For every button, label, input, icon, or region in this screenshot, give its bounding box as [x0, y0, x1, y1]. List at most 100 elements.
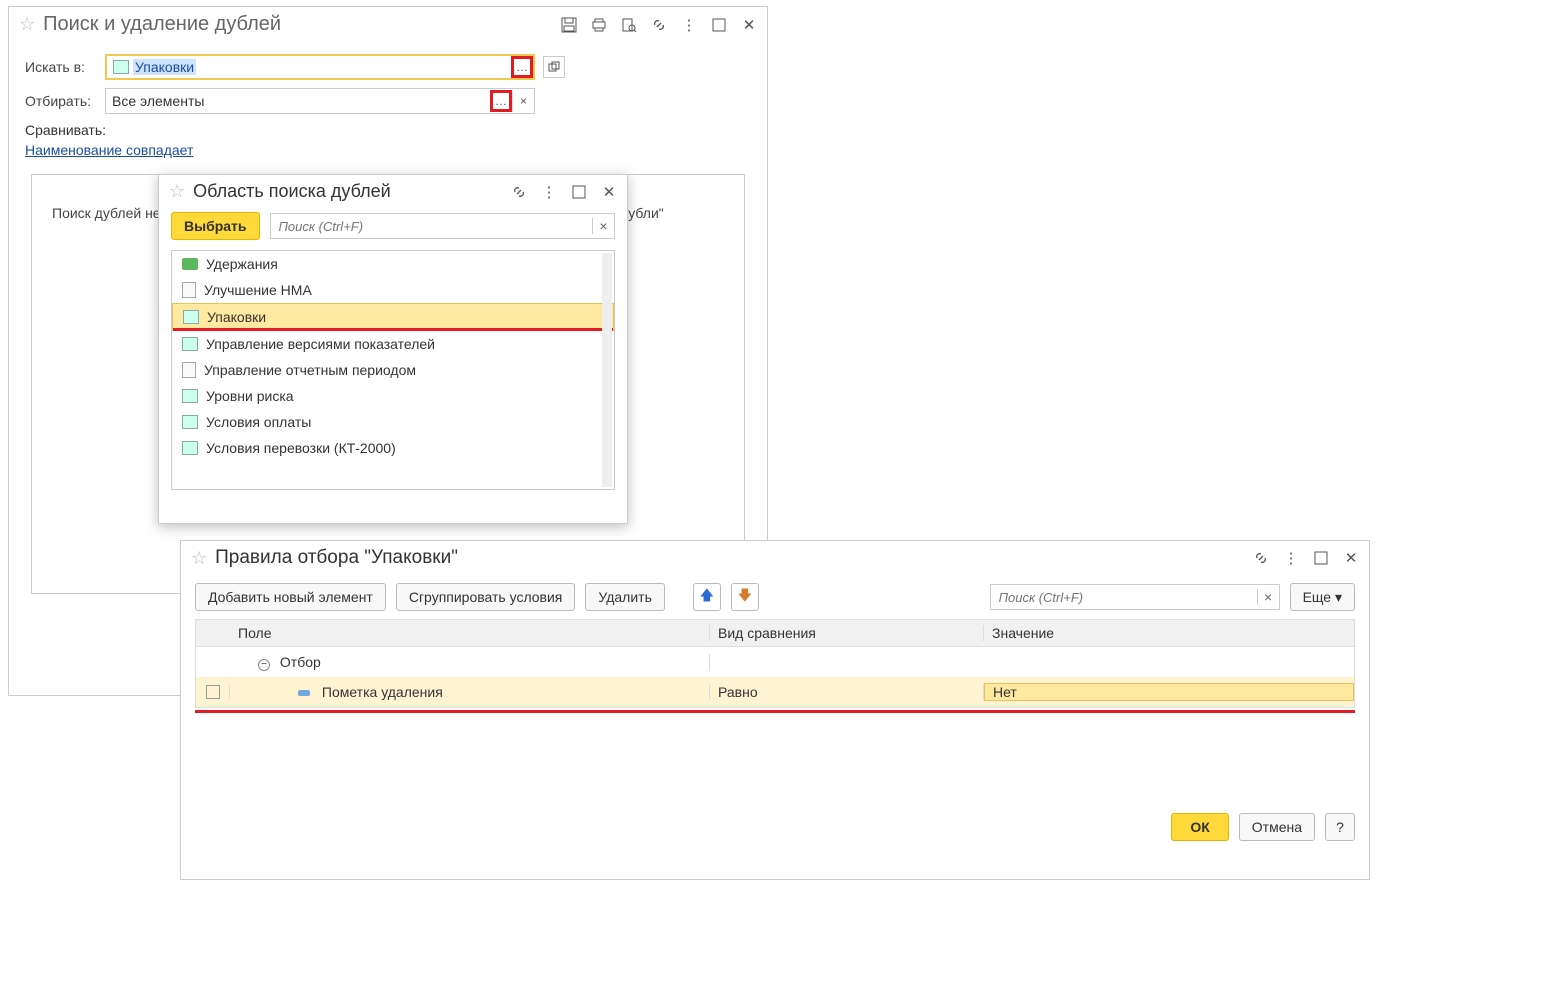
- win2-titlebar-icons: ⋮ ✕: [511, 184, 617, 200]
- group-conditions-button[interactable]: Сгруппировать условия: [396, 583, 576, 611]
- help-button[interactable]: ?: [1325, 813, 1355, 841]
- document-icon: [182, 362, 196, 378]
- list-item[interactable]: Условия оплаты: [172, 409, 614, 435]
- preview-icon[interactable]: [621, 17, 637, 33]
- list-item-selected[interactable]: Упаковки: [172, 303, 614, 331]
- win1-titlebar: ☆ Поиск и удаление дублей ⋮ ✕: [9, 7, 767, 42]
- catalog-icon: [182, 389, 198, 403]
- move-up-button[interactable]: 🡅: [693, 583, 721, 611]
- link-icon[interactable]: [1253, 550, 1269, 566]
- close-icon[interactable]: ✕: [1343, 550, 1359, 566]
- catalog-icon: [182, 441, 198, 455]
- win3-search-input[interactable]: [991, 590, 1257, 605]
- add-element-button[interactable]: Добавить новый элемент: [195, 583, 386, 611]
- filter-label: Отбирать:: [25, 93, 99, 109]
- list-item[interactable]: Улучшение НМА: [172, 277, 614, 303]
- link-icon[interactable]: [511, 184, 527, 200]
- star-icon[interactable]: ☆: [19, 14, 35, 35]
- win3-title: Правила отбора "Упаковки": [215, 547, 1253, 569]
- row-checkbox[interactable]: [206, 685, 220, 699]
- document-icon: [182, 282, 196, 298]
- collapse-icon[interactable]: −: [258, 659, 270, 671]
- filter-value: Все элементы: [112, 93, 204, 109]
- list-item-label: Условия перевозки (КТ-2000): [206, 440, 396, 456]
- link-icon[interactable]: [651, 17, 667, 33]
- win3-search-clear[interactable]: ×: [1257, 589, 1279, 605]
- maximize-icon[interactable]: [711, 17, 727, 33]
- catalog-icon: [113, 60, 129, 74]
- win3-search[interactable]: ×: [990, 584, 1280, 610]
- list-item[interactable]: Условия перевозки (КТ-2000): [172, 435, 614, 461]
- ok-button[interactable]: ОК: [1171, 813, 1228, 841]
- filter-choose-button[interactable]: …: [490, 90, 512, 112]
- move-down-button[interactable]: 🡇: [731, 583, 759, 611]
- more-icon[interactable]: ⋮: [1283, 550, 1299, 566]
- win1-title: Поиск и удаление дублей: [43, 13, 561, 36]
- search-in-label: Искать в:: [25, 59, 99, 75]
- search-in-row: Искать в: Упаковки …: [9, 50, 767, 84]
- col-comp-header[interactable]: Вид сравнения: [710, 625, 984, 641]
- col-field-header[interactable]: Поле: [230, 625, 710, 641]
- save-icon[interactable]: [561, 17, 577, 33]
- select-button[interactable]: Выбрать: [171, 212, 260, 240]
- more-button[interactable]: Еще ▾: [1290, 583, 1355, 611]
- catalog-icon: [182, 337, 198, 351]
- row-val[interactable]: Нет: [984, 683, 1354, 701]
- win1-titlebar-icons: ⋮ ✕: [561, 17, 757, 33]
- filter-field[interactable]: Все элементы … ×: [105, 88, 535, 114]
- cancel-button[interactable]: Отмена: [1239, 813, 1315, 841]
- list-item-label: Условия оплаты: [206, 414, 311, 430]
- compare-row: Сравнивать: Наименование совпадает: [9, 118, 767, 162]
- field-icon: [298, 690, 310, 696]
- list-item-label: Упаковки: [207, 309, 266, 325]
- col-val-header[interactable]: Значение: [984, 625, 1354, 641]
- group-icon: [182, 258, 198, 270]
- filter-row: Отбирать: Все элементы … ×: [9, 84, 767, 118]
- maximize-icon[interactable]: [571, 184, 587, 200]
- print-icon[interactable]: [591, 17, 607, 33]
- win2-search-clear[interactable]: ×: [592, 218, 614, 234]
- red-underline: [173, 328, 613, 331]
- list-item-label: Управление версиями показателей: [206, 336, 435, 352]
- star-icon[interactable]: ☆: [191, 548, 207, 569]
- compare-link[interactable]: Наименование совпадает: [25, 142, 193, 158]
- list-item[interactable]: Уровни риска: [172, 383, 614, 409]
- maximize-icon[interactable]: [1313, 550, 1329, 566]
- close-icon[interactable]: ✕: [741, 17, 757, 33]
- scrollbar[interactable]: [602, 253, 612, 487]
- table-row[interactable]: Пометка удаления Равно Нет: [196, 677, 1354, 707]
- list-item[interactable]: Удержания: [172, 251, 614, 277]
- win2-search-input[interactable]: [271, 219, 592, 234]
- row-comp: Равно: [710, 684, 984, 700]
- win3-toolbar: Добавить новый элемент Сгруппировать усл…: [181, 575, 1369, 619]
- table-header: Поле Вид сравнения Значение: [195, 619, 1355, 647]
- filter-rules-window: ☆ Правила отбора "Упаковки" ⋮ ✕ Добавить…: [180, 540, 1370, 880]
- list-item-label: Управление отчетным периодом: [204, 362, 416, 378]
- win3-titlebar-icons: ⋮ ✕: [1253, 550, 1359, 566]
- win2-search[interactable]: ×: [270, 213, 615, 239]
- group-label: Отбор: [280, 654, 321, 670]
- search-in-field[interactable]: Упаковки …: [105, 54, 535, 80]
- more-icon[interactable]: ⋮: [541, 184, 557, 200]
- filter-clear-button[interactable]: ×: [512, 90, 534, 112]
- search-in-choose-button[interactable]: …: [511, 56, 533, 78]
- list-item[interactable]: Управление версиями показателей: [172, 331, 614, 357]
- search-in-open-button[interactable]: [543, 56, 565, 78]
- win3-footer: ОК Отмена ?: [181, 803, 1369, 851]
- more-icon[interactable]: ⋮: [681, 17, 697, 33]
- more-button-label: Еще: [1303, 589, 1332, 605]
- star-icon[interactable]: ☆: [169, 181, 185, 202]
- win2-title: Область поиска дублей: [193, 181, 511, 202]
- close-icon[interactable]: ✕: [601, 184, 617, 200]
- search-area-dialog: ☆ Область поиска дублей ⋮ ✕ Выбрать × Уд…: [158, 174, 628, 524]
- list-item-label: Улучшение НМА: [204, 282, 312, 298]
- table-group-row[interactable]: − Отбор: [196, 647, 1354, 677]
- row-field: Пометка удаления: [322, 684, 443, 700]
- chevron-down-icon: ▾: [1335, 589, 1342, 606]
- win2-titlebar: ☆ Область поиска дублей ⋮ ✕: [159, 175, 627, 208]
- list-item[interactable]: Управление отчетным периодом: [172, 357, 614, 383]
- catalog-icon: [182, 415, 198, 429]
- delete-button[interactable]: Удалить: [585, 583, 664, 611]
- list-item-label: Уровни риска: [206, 388, 294, 404]
- search-area-list[interactable]: Удержания Улучшение НМА Упаковки Управле…: [171, 250, 615, 490]
